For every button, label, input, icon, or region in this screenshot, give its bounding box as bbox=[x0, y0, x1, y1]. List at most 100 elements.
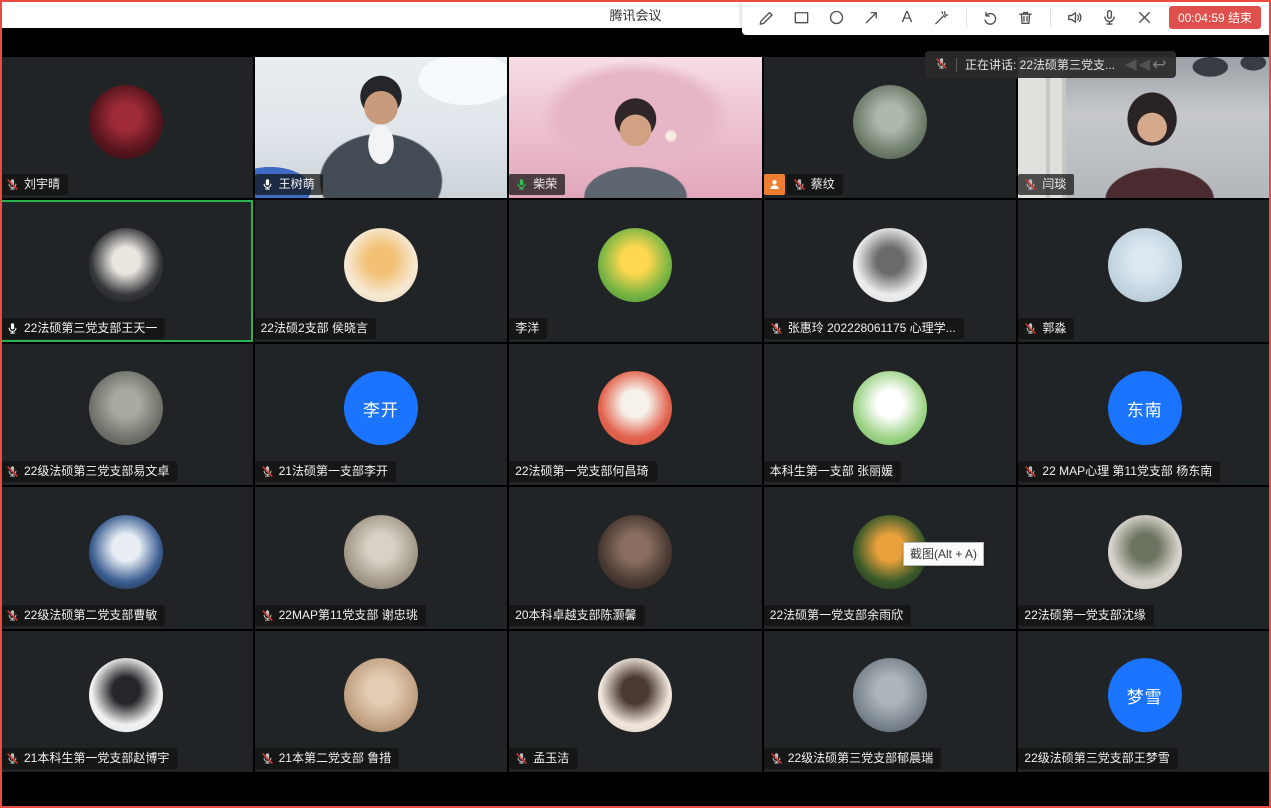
end-annotation-button[interactable]: 00:04:59 结束 bbox=[1169, 6, 1261, 29]
participant-tile[interactable]: 梦雪 22级法硕第三党支部王梦雪 bbox=[1018, 631, 1271, 772]
participant-name-pill: 郭淼 bbox=[1018, 318, 1074, 339]
photo-avatar bbox=[853, 228, 927, 302]
participant-namebar: 22级法硕第三党支部王梦雪 bbox=[1018, 748, 1177, 769]
participant-tile[interactable]: 22级法硕第三党支部郁晨瑞 bbox=[764, 631, 1017, 772]
participant-tile[interactable]: 21本第二党支部 鲁措 bbox=[255, 631, 508, 772]
mic-muted-icon bbox=[261, 752, 274, 765]
initials-avatar: 梦雪 bbox=[1108, 658, 1182, 732]
participant-namebar: 22法硕第一党支部余雨欣 bbox=[764, 605, 911, 626]
participant-tile[interactable]: 21本科生第一党支部赵博宇 bbox=[0, 631, 253, 772]
participant-tile[interactable]: 本科生第一支部 张丽媛 bbox=[764, 344, 1017, 485]
participant-tile[interactable]: 刘宇晴 bbox=[0, 57, 253, 198]
trash-icon[interactable] bbox=[1015, 7, 1037, 29]
text-tool-icon[interactable]: A bbox=[896, 7, 918, 29]
mic-muted-icon bbox=[6, 609, 19, 622]
photo-avatar bbox=[1108, 515, 1182, 589]
participant-tile[interactable]: 张惠玲 202228061175 心理学... bbox=[764, 200, 1017, 341]
participant-grid: 刘宇晴 王树萌 柴荣 蔡纹 闫琰 22法硕第三党支部王天一 22法硕2支部 侯晓言李洋 张惠玲… bbox=[0, 57, 1271, 772]
photo-avatar bbox=[1108, 228, 1182, 302]
participant-name-pill: 22级法硕第三党支部王梦雪 bbox=[1018, 748, 1177, 769]
participant-name-pill: 刘宇晴 bbox=[0, 174, 68, 195]
participant-name: 22法硕第一党支部沈缘 bbox=[1024, 608, 1145, 623]
participant-tile[interactable]: 22法硕第一党支部沈缘 bbox=[1018, 487, 1271, 628]
rectangle-tool-icon[interactable] bbox=[791, 7, 813, 29]
participant-tile[interactable]: 22法硕2支部 侯晓言 bbox=[255, 200, 508, 341]
participant-name-pill: 22法硕第三党支部王天一 bbox=[0, 318, 165, 339]
participant-name: 王树萌 bbox=[279, 177, 315, 192]
photo-avatar bbox=[89, 515, 163, 589]
participant-name: 21法硕第一支部李开 bbox=[279, 464, 388, 479]
mic-muted-icon bbox=[6, 178, 19, 191]
participant-tile[interactable]: 孟玉洁 bbox=[509, 631, 762, 772]
speaking-banner-text: 正在讲话: 22法硕第三党支... bbox=[965, 56, 1115, 73]
participant-name-pill: 22法硕第一党支部何昌琦 bbox=[509, 461, 656, 482]
participant-name: 郭淼 bbox=[1042, 321, 1066, 336]
participant-tile[interactable]: 22MAP第11党支部 谢忠珧 bbox=[255, 487, 508, 628]
participant-video-tile[interactable]: 闫琰 bbox=[1018, 57, 1271, 198]
participant-namebar: 蔡纹 bbox=[764, 174, 843, 195]
participant-name: 22级法硕第三党支部王梦雪 bbox=[1024, 751, 1169, 766]
photo-avatar bbox=[853, 658, 927, 732]
close-icon[interactable] bbox=[1134, 7, 1156, 29]
participant-tile[interactable]: 李洋 bbox=[509, 200, 762, 341]
photo-avatar bbox=[598, 515, 672, 589]
participant-name-pill: 柴荣 bbox=[509, 174, 565, 195]
participant-namebar: 21本科生第一党支部赵博宇 bbox=[0, 748, 177, 769]
participant-tile[interactable]: 22法硕第一党支部何昌琦 bbox=[509, 344, 762, 485]
participant-namebar: 柴荣 bbox=[509, 174, 565, 195]
participant-name: 21本第二党支部 鲁措 bbox=[279, 751, 392, 766]
pen-tool-icon[interactable] bbox=[756, 7, 778, 29]
mic-muted-icon bbox=[793, 178, 806, 191]
participant-name: 22法硕第一党支部何昌琦 bbox=[515, 464, 648, 479]
speaker-icon[interactable] bbox=[1064, 7, 1086, 29]
mic-icon bbox=[6, 322, 19, 335]
participant-tile[interactable]: 蔡纹 bbox=[764, 57, 1017, 198]
participant-tile[interactable]: 22级法硕第三党支部易文卓 bbox=[0, 344, 253, 485]
participant-namebar: 王树萌 bbox=[255, 174, 323, 195]
participant-name-pill: 李洋 bbox=[509, 318, 547, 339]
participant-name-pill: 21法硕第一支部李开 bbox=[255, 461, 396, 482]
initials-avatar: 李开 bbox=[344, 372, 418, 446]
chevron-left-icon: ◀ bbox=[1139, 57, 1151, 72]
ellipse-tool-icon[interactable] bbox=[826, 7, 848, 29]
participant-name-pill: 22级法硕第二党支部曹敏 bbox=[0, 605, 165, 626]
participant-namebar: 22级法硕第三党支部易文卓 bbox=[0, 461, 177, 482]
participant-video-tile[interactable]: 柴荣 bbox=[509, 57, 762, 198]
participant-name-pill: 22级法硕第三党支部易文卓 bbox=[0, 461, 177, 482]
participant-tile[interactable]: 李开 21法硕第一支部李开 bbox=[255, 344, 508, 485]
participant-namebar: 22级法硕第三党支部郁晨瑞 bbox=[764, 748, 941, 769]
arrow-tool-icon[interactable] bbox=[861, 7, 883, 29]
participant-name-pill: 22 MAP心理 第11党支部 杨东南 bbox=[1018, 461, 1220, 482]
participant-name: 22法硕第三党支部王天一 bbox=[24, 321, 157, 336]
reply-arrow-icon: ↩ bbox=[1152, 56, 1166, 73]
mic-muted-icon bbox=[515, 752, 528, 765]
participant-name-pill: 22法硕第一党支部沈缘 bbox=[1018, 605, 1153, 626]
participant-tile[interactable]: 20本科卓越支部陈灏馨 bbox=[509, 487, 762, 628]
participant-tile[interactable]: 22法硕第三党支部王天一 bbox=[0, 200, 253, 341]
participant-namebar: 22级法硕第二党支部曹敏 bbox=[0, 605, 165, 626]
mic-muted-icon bbox=[6, 465, 19, 478]
microphone-icon[interactable] bbox=[1099, 7, 1121, 29]
participant-namebar: 21本第二党支部 鲁措 bbox=[255, 748, 400, 769]
mic-muted-icon bbox=[1024, 322, 1037, 335]
chevron-left-icon: ◀ bbox=[1125, 57, 1137, 72]
photo-avatar bbox=[344, 658, 418, 732]
mic-muted-icon bbox=[770, 322, 783, 335]
laser-wand-tool-icon[interactable] bbox=[931, 7, 953, 29]
photo-avatar bbox=[598, 372, 672, 446]
participant-namebar: 22法硕第一党支部沈缘 bbox=[1018, 605, 1153, 626]
mic-muted-icon bbox=[6, 752, 19, 765]
participant-video-tile[interactable]: 王树萌 bbox=[255, 57, 508, 198]
participant-name: 张惠玲 202228061175 心理学... bbox=[788, 321, 956, 336]
participant-tile[interactable]: 22级法硕第二党支部曹敏 bbox=[0, 487, 253, 628]
undo-icon[interactable] bbox=[980, 7, 1002, 29]
participant-name: 22级法硕第三党支部易文卓 bbox=[24, 464, 169, 479]
participant-tile[interactable]: 东南22 MAP心理 第11党支部 杨东南 bbox=[1018, 344, 1271, 485]
participant-tile[interactable]: 郭淼 bbox=[1018, 200, 1271, 341]
participant-namebar: 闫琰 bbox=[1018, 174, 1074, 195]
participant-name: 21本科生第一党支部赵博宇 bbox=[24, 751, 169, 766]
photo-avatar bbox=[853, 85, 927, 159]
mic-icon bbox=[261, 178, 274, 191]
participant-name-pill: 本科生第一支部 张丽媛 bbox=[764, 461, 901, 482]
participant-name: 22级法硕第三党支部郁晨瑞 bbox=[788, 751, 933, 766]
